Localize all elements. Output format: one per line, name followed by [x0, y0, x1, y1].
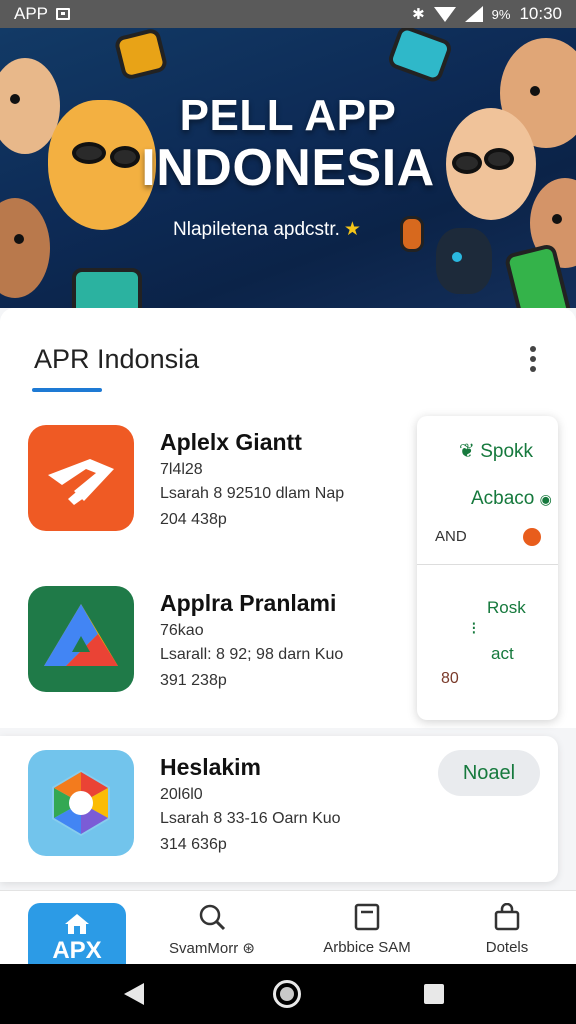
section-title-underline	[32, 388, 102, 392]
signal-icon	[464, 6, 483, 22]
app-meta-line: 7Ɩ4Ɩ28	[160, 461, 203, 478]
nav-search-label: SvamMorr ⊛	[169, 940, 255, 957]
status-bar: APP ✱ 9% 10:30	[0, 0, 576, 28]
leaf-icon: ❦	[459, 441, 475, 462]
side-panel-second-label: Acbaco ◉	[471, 488, 552, 509]
app-logo-icon	[28, 750, 134, 856]
bottom-navigation: APX SvamMorr ⊛ Arbbice SAM Dotels	[0, 890, 576, 965]
app-meta-line: 20Ɩ6Ɩ0	[160, 786, 203, 803]
phone-deco-icon	[400, 216, 424, 252]
star-icon: ★	[343, 219, 361, 240]
banner-title: PELL APP INDONESIA	[0, 90, 576, 194]
banner-subtitle: Nlapiletena apdcstr. ★	[173, 218, 361, 241]
app-name: Heslakim	[160, 754, 262, 780]
side-panel-divider	[417, 564, 558, 565]
phone-deco-icon	[72, 268, 142, 308]
cartoon-face-icon	[0, 198, 50, 298]
list-item[interactable]: Heslakim 20Ɩ6Ɩ0 Lsarah 8 33-16 Oarn Kuo …	[28, 750, 408, 860]
badge-icon	[523, 528, 541, 546]
status-left: APP	[14, 4, 71, 24]
status-right: ✱ 9% 10:30	[412, 4, 562, 24]
nav-archive-label: Arbbice SAM	[323, 939, 411, 956]
shopping-bag-icon	[493, 902, 521, 931]
section-title: APR Indonsia	[34, 344, 200, 374]
nav-bag-label: Dotels	[485, 939, 529, 956]
side-panel-bottom-label2: act	[491, 644, 514, 663]
app-meta-line: 204 438p	[160, 511, 227, 528]
status-app-label: APP	[14, 4, 49, 23]
phone-deco-icon	[113, 28, 169, 81]
settings-icon: ⊛	[242, 940, 255, 957]
system-navigation-bar	[0, 964, 576, 1024]
list-item[interactable]: Applra Pranlami 76kao Lsarall: 8 92; 98 …	[28, 586, 408, 696]
side-panel-bottom-number: 80	[441, 670, 459, 687]
app-meta-line: 391 238p	[160, 672, 227, 689]
battery-percent: 9%	[491, 6, 511, 22]
app-logo-icon	[28, 586, 134, 692]
phone-deco-icon	[386, 28, 454, 85]
home-icon	[65, 914, 89, 934]
dots-icon: ⁝	[471, 618, 477, 638]
app-list-card-secondary: Heslakim 20Ɩ6Ɩ0 Lsarah 8 33-16 Oarn Kuo …	[0, 736, 558, 882]
app-logo-icon	[28, 425, 134, 531]
app-meta-line: Lsarah 8 92510 dlam Nap	[160, 485, 345, 502]
status-time: 10:30	[519, 4, 562, 23]
banner-subtitle-text: Nlapiletena apdcstr.	[173, 219, 340, 240]
document-icon	[353, 903, 381, 931]
recents-icon[interactable]	[424, 984, 444, 1004]
side-panel[interactable]: ❦ Spokk Acbaco ◉ AND Rosk ⁝ act 80	[417, 416, 558, 720]
wifi-icon	[433, 6, 456, 22]
install-button[interactable]: Noael	[438, 750, 540, 796]
side-panel-top-label: ❦ Spokk	[459, 441, 534, 462]
nav-archive-tab[interactable]: Arbbice SAM	[312, 903, 422, 963]
nav-home-tab[interactable]: APX	[28, 903, 126, 965]
app-meta-line: Lsarall: 8 92; 98 darn Kuo	[160, 646, 344, 663]
list-item[interactable]: Aplelx Giantt 7Ɩ4Ɩ28 Lsarah 8 92510 dlam…	[28, 425, 408, 535]
nav-bag-tab[interactable]: Dotels	[470, 902, 544, 963]
refresh-icon: ◉	[539, 491, 552, 507]
app-meta-line: Lsarah 8 33-16 Oarn Kuo	[160, 810, 341, 827]
banner-title-line1: PELL APP	[179, 91, 397, 140]
app-name: Aplelx Giantt	[160, 429, 302, 455]
side-panel-third-label: AND	[435, 528, 467, 545]
nav-search-tab[interactable]: SvamMorr ⊛	[160, 903, 264, 963]
hero-banner[interactable]: PELL APP INDONESIA Nlapiletena apdcstr. ★	[0, 28, 576, 308]
notification-icon	[56, 8, 71, 20]
search-icon	[198, 903, 226, 931]
home-button-icon[interactable]	[273, 980, 301, 1008]
side-panel-bottom-label: Rosk	[487, 598, 526, 617]
app-meta-line: 314 636p	[160, 836, 227, 853]
app-name: Applra Pranlami	[160, 590, 337, 616]
app-meta-line: 76kao	[160, 622, 204, 639]
banner-title-line2: INDONESIA	[141, 139, 435, 197]
bluetooth-icon: ✱	[412, 6, 425, 23]
robot-face-icon	[436, 228, 492, 294]
more-vert-icon[interactable]	[526, 346, 540, 376]
back-icon[interactable]	[124, 983, 144, 1005]
nav-home-label: APX	[52, 937, 102, 964]
